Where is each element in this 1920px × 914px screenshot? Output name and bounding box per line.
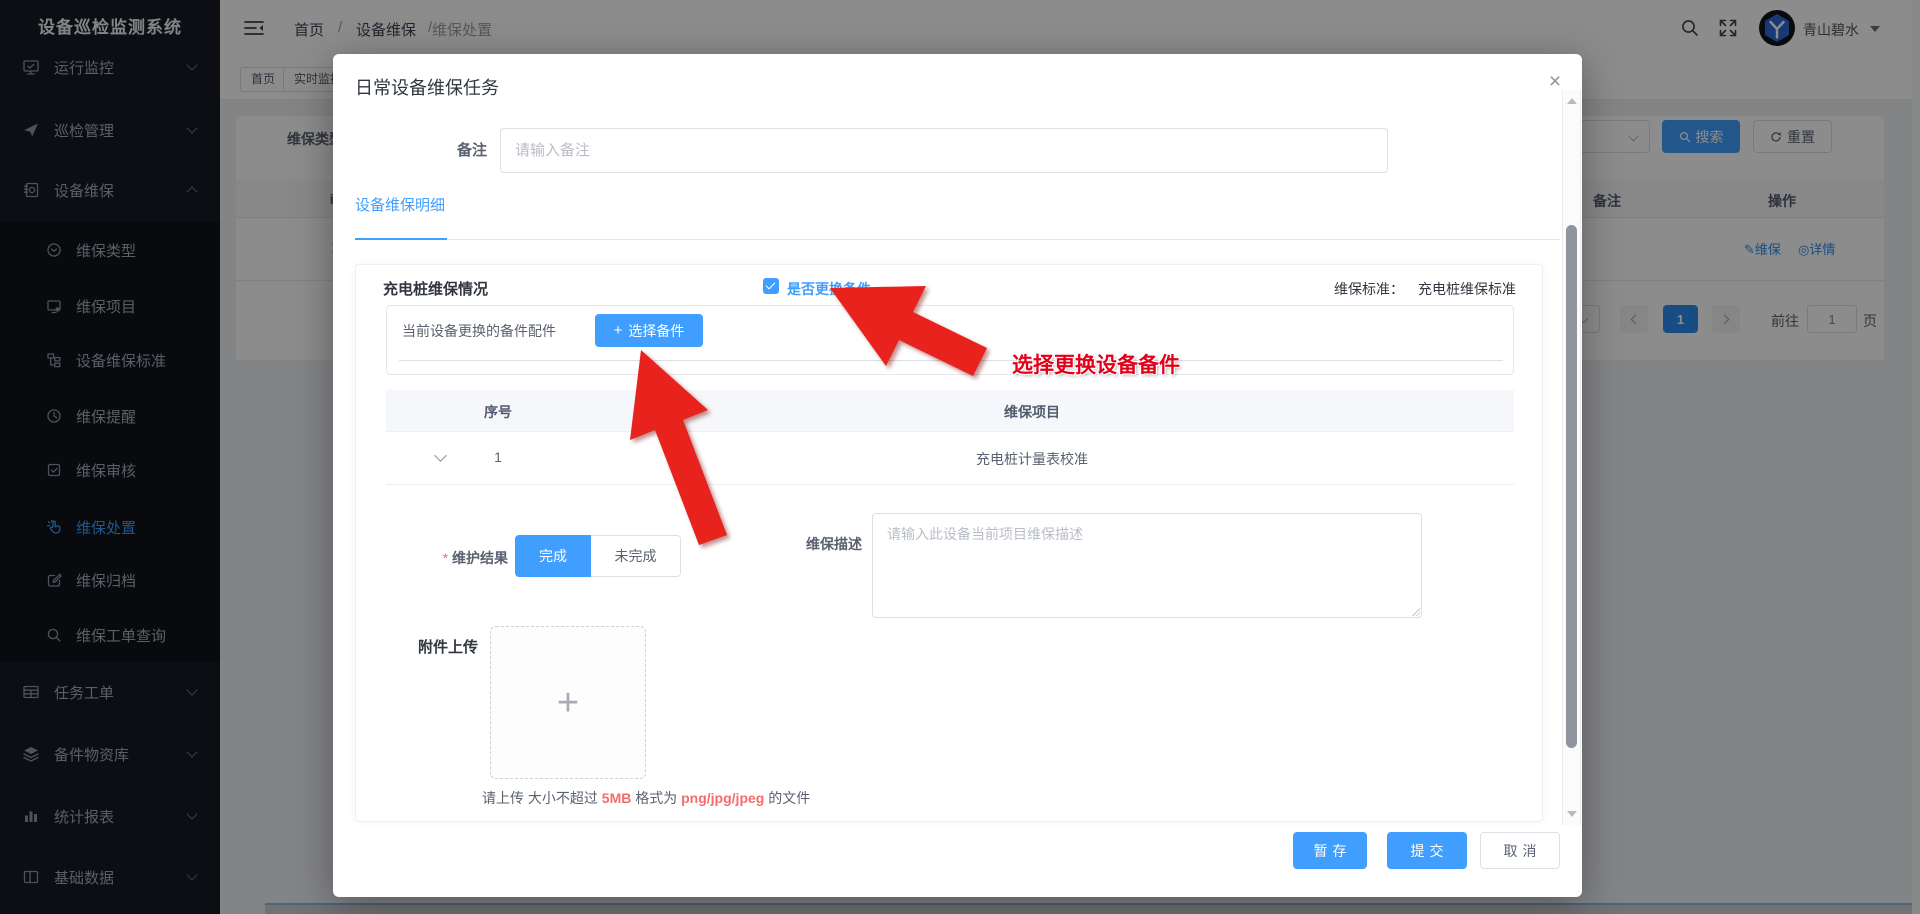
result-not-done-button[interactable]: 未完成 xyxy=(591,535,681,577)
upload-label: 附件上传 xyxy=(418,636,478,657)
detail-table-row[interactable]: 1 充电桩计量表校准 xyxy=(386,432,1514,485)
cell-item: 充电桩计量表校准 xyxy=(886,449,1178,469)
result-done-button[interactable]: 完成 xyxy=(515,535,591,577)
result-toggle: 完成 未完成 xyxy=(515,535,681,577)
maintenance-card: 充电桩维保情况 是否更换备件 维保标准： 充电桩维保标准 当前设备更换的备件配件 … xyxy=(355,264,1543,822)
parts-box-divider xyxy=(399,360,1503,361)
tab-maintenance-detail[interactable]: 设备维保明细 xyxy=(355,194,445,215)
submit-button[interactable]: 提交 xyxy=(1387,832,1467,869)
dialog-title: 日常设备维保任务 xyxy=(355,74,499,100)
dialog-scrollbar[interactable] xyxy=(1562,90,1581,825)
scroll-down-icon[interactable] xyxy=(1567,811,1577,817)
result-label: * 维护结果 xyxy=(423,548,508,568)
plus-icon: + xyxy=(557,684,579,722)
tab-active-underline xyxy=(355,238,447,240)
standard-value: 充电桩维保标准 xyxy=(1418,281,1516,297)
maintenance-task-dialog: 日常设备维保任务 × 备注 设备维保明细 充电桩维保情况 是否更换备件 维保标准… xyxy=(333,54,1582,897)
replace-parts-checkbox[interactable] xyxy=(763,278,779,294)
select-parts-button[interactable]: + 选择备件 xyxy=(595,314,703,347)
parts-box-label: 当前设备更换的备件配件 xyxy=(402,315,556,348)
scrollbar-thumb[interactable] xyxy=(1566,225,1577,748)
select-parts-button-label: 选择备件 xyxy=(628,321,684,341)
save-draft-button[interactable]: 暂存 xyxy=(1293,832,1367,869)
scroll-up-icon[interactable] xyxy=(1567,98,1577,104)
upload-hint: 请上传 大小不超过 5MB 格式为 png/jpg/jpeg 的文件 xyxy=(482,788,810,808)
app-root: 设备巡检监测系统 运行监控 巡检管理 设备维保 维保类型 维保项目 设备维保标 xyxy=(0,0,1920,914)
cancel-button[interactable]: 取消 xyxy=(1480,832,1560,869)
format-limit: png/jpg/jpeg xyxy=(681,790,764,806)
card-section-title: 充电桩维保情况 xyxy=(383,278,488,299)
expand-chevron-icon[interactable] xyxy=(434,449,447,462)
required-mark: * xyxy=(443,550,448,566)
resize-handle[interactable] xyxy=(1412,608,1420,616)
desc-label: 维保描述 xyxy=(790,534,862,554)
column-header-item: 维保项目 xyxy=(972,402,1092,422)
note-input[interactable] xyxy=(500,128,1388,173)
tab-divider xyxy=(355,239,1560,240)
replace-parts-label[interactable]: 是否更换备件 xyxy=(787,279,871,299)
plus-icon: + xyxy=(614,322,623,339)
note-label: 备注 xyxy=(457,139,487,160)
size-limit: 5MB xyxy=(602,790,632,806)
cell-index: 1 xyxy=(468,449,528,465)
maintenance-standard: 维保标准： 充电桩维保标准 xyxy=(1096,279,1516,299)
replaced-parts-box: 当前设备更换的备件配件 + 选择备件 xyxy=(386,305,1514,375)
standard-label: 维保标准： xyxy=(1334,281,1404,297)
desc-textarea[interactable] xyxy=(872,513,1422,618)
detail-table-header: 序号 维保项目 xyxy=(386,390,1514,432)
column-header-index: 序号 xyxy=(468,402,528,422)
upload-dropzone[interactable]: + xyxy=(490,626,646,779)
